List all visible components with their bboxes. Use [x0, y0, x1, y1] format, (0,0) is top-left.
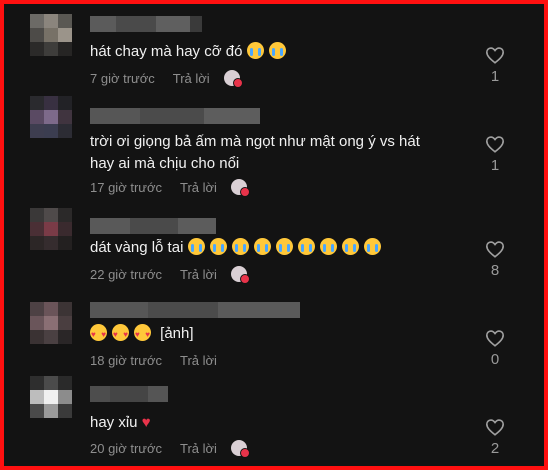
creator-liked-avatar — [230, 179, 250, 197]
heart-outline-icon[interactable] — [485, 46, 505, 64]
heart-outline-icon[interactable] — [485, 135, 505, 153]
reply-button[interactable]: Trả lời — [180, 267, 217, 282]
comment-text: hay xỉu ♥ — [90, 414, 151, 431]
like-button[interactable]: 8 — [482, 240, 508, 279]
smiling-face-with-hearts-icon — [112, 324, 129, 346]
avatar[interactable] — [30, 14, 72, 56]
timestamp: 20 giờ trước — [90, 440, 162, 456]
loudly-crying-icon — [187, 238, 205, 255]
loudly-crying-icon — [246, 42, 264, 59]
like-button[interactable]: 0 — [482, 329, 508, 368]
heart-outline-icon[interactable] — [485, 418, 505, 436]
username-blurred[interactable] — [90, 108, 260, 124]
comment-text: dát vàng lỗ tai — [90, 237, 490, 259]
creator-liked-avatar — [230, 440, 250, 458]
like-count: 1 — [490, 68, 500, 85]
comment-meta: 17 giờ trước Trả lời — [90, 178, 250, 197]
creator-liked-avatar — [230, 266, 250, 284]
comment-text: trời ơi giọng bả ấm mà ngọt như mật ong … — [90, 133, 420, 172]
heart-outline-icon[interactable] — [485, 240, 505, 258]
loudly-crying-icon — [363, 238, 381, 255]
like-button[interactable]: 1 — [482, 135, 508, 174]
reply-button[interactable]: Trả lời — [180, 353, 217, 368]
loudly-crying-icon — [341, 238, 359, 255]
timestamp: 7 giờ trước — [90, 70, 155, 86]
loudly-crying-icon — [275, 238, 293, 255]
loudly-crying-icon — [231, 238, 249, 255]
loudly-crying-icon — [268, 42, 286, 59]
like-count: 2 — [490, 440, 500, 457]
avatar[interactable] — [30, 208, 72, 250]
image-attachment-label[interactable]: [ảnh] — [160, 325, 193, 342]
username-blurred[interactable] — [90, 302, 300, 318]
timestamp: 17 giờ trước — [90, 179, 162, 195]
username-blurred[interactable] — [90, 218, 216, 234]
comment-meta: 20 giờ trước Trả lời — [90, 439, 250, 458]
like-count: 8 — [490, 262, 500, 279]
timestamp: 18 giờ trước — [90, 352, 162, 368]
loudly-crying-icon — [209, 238, 227, 255]
loudly-crying-icon — [253, 238, 271, 255]
like-count: 1 — [490, 157, 500, 174]
creator-liked-avatar — [223, 70, 243, 88]
comment-meta: 7 giờ trước Trả lời — [90, 69, 243, 88]
like-button[interactable]: 1 — [482, 46, 508, 85]
like-button[interactable]: 2 — [482, 418, 508, 457]
reply-button[interactable]: Trả lời — [180, 180, 217, 195]
comment-meta: 22 giờ trước Trả lời — [90, 265, 250, 284]
reply-button[interactable]: Trả lời — [173, 71, 210, 86]
timestamp: 22 giờ trước — [90, 266, 162, 282]
loudly-crying-icon — [297, 238, 315, 255]
comment-meta: 18 giờ trước Trả lời — [90, 351, 217, 369]
loudly-crying-icon — [319, 238, 337, 255]
smiling-face-with-hearts-icon — [134, 324, 151, 346]
like-count: 0 — [490, 351, 500, 368]
avatar[interactable] — [30, 302, 72, 344]
username-blurred[interactable] — [90, 16, 202, 32]
username-blurred[interactable] — [90, 386, 168, 402]
reply-button[interactable]: Trả lời — [180, 441, 217, 456]
comment-text: [ảnh] — [90, 323, 490, 346]
comment-text: hát chay mà hay cỡ đó — [90, 41, 490, 63]
smiling-face-with-hearts-icon — [90, 324, 107, 346]
heart-outline-icon[interactable] — [485, 329, 505, 347]
avatar[interactable] — [30, 96, 72, 138]
avatar[interactable] — [30, 376, 72, 418]
comment-panel: hát chay mà hay cỡ đó 7 giờ trước Trả lờ… — [0, 0, 548, 470]
red-heart-icon: ♥ — [141, 414, 151, 431]
